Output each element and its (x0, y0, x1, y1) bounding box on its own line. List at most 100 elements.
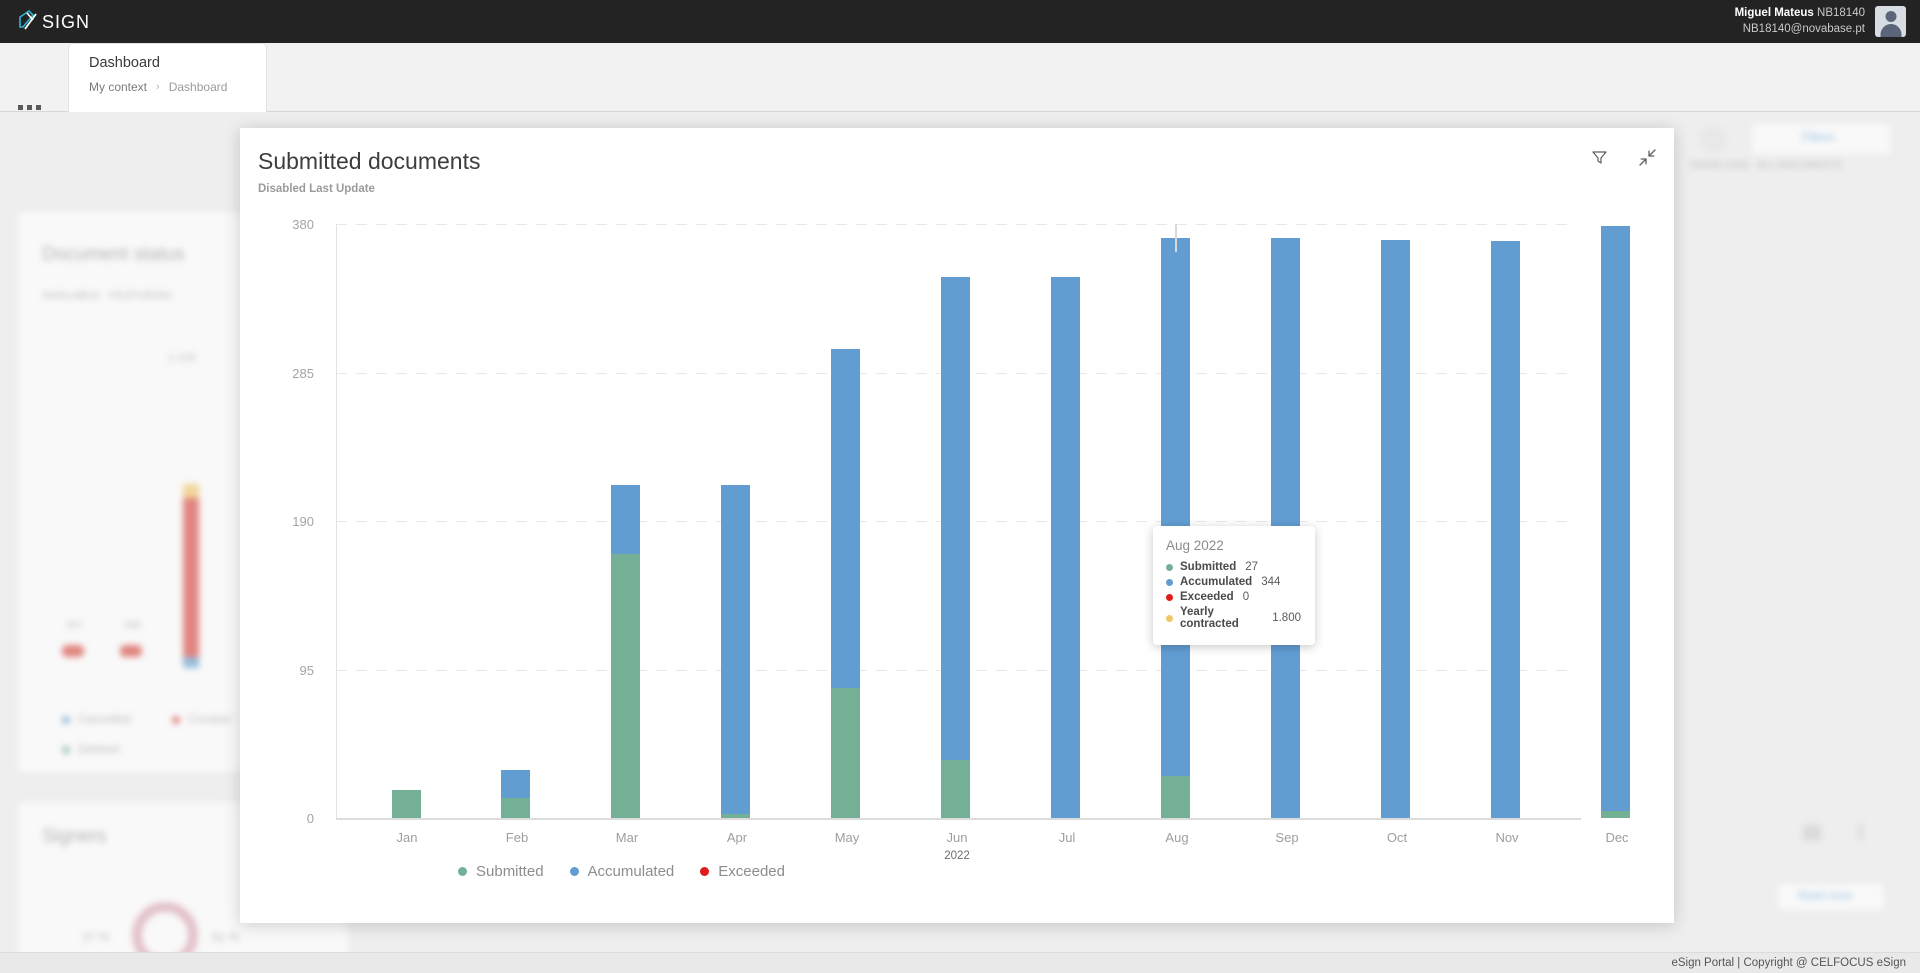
bar-mar[interactable] (611, 485, 640, 818)
x-tick-jun: Jun (946, 830, 968, 845)
legend-dot-exceeded (700, 867, 710, 876)
bar-jan[interactable] (392, 790, 421, 818)
legend-item-exceeded[interactable]: Exceeded (700, 863, 785, 880)
y-tick-190: 190 (292, 514, 314, 529)
bg-bar-large (183, 484, 199, 666)
bar-feb[interactable] (501, 770, 530, 818)
tooltip-title: Aug 2022 (1166, 538, 1224, 553)
bar-may[interactable] (831, 349, 860, 818)
bg-toolbar-refresh (1700, 126, 1726, 152)
bg-signers-pct-left: 37 % (82, 930, 110, 944)
bg-legend-dot-cancelled (62, 716, 70, 724)
chevron-right-icon: › (156, 81, 160, 93)
bg-signers-title: Signers (42, 826, 107, 847)
y-tick-380: 380 (292, 217, 314, 232)
bar-jun-accumulated (941, 277, 970, 760)
bar-nov-accumulated (1491, 241, 1520, 818)
bar-mar-submitted (611, 554, 640, 818)
breadcrumb-root[interactable]: My context (89, 80, 147, 94)
x-tick-oct: Oct (1386, 830, 1408, 845)
bar-apr-submitted (721, 814, 750, 818)
user-email: NB18140@novabase.pt (1742, 22, 1865, 35)
bg-signers-pct-right: 61 % (212, 930, 240, 944)
bar-may-submitted (831, 688, 860, 818)
x-tick-jul: Jul (1058, 830, 1076, 845)
legend-item-submitted[interactable]: Submitted (458, 863, 544, 880)
bar-mar-accumulated (611, 485, 640, 554)
bar-dec-accumulated (1601, 226, 1630, 811)
user-employee-id: NB18140 (1817, 6, 1865, 19)
legend-label-accumulated: Accumulated (587, 863, 675, 880)
y-axis-line (336, 224, 337, 818)
bg-legend-dot-created (172, 716, 180, 724)
bar-oct[interactable] (1381, 240, 1410, 818)
bar-oct-accumulated (1381, 240, 1410, 818)
bg-bar-small-1-value: 447 (66, 620, 83, 631)
bg-bar-small-2-value: 338 (124, 620, 141, 631)
tooltip-row-exceeded: Exceeded 0 (1166, 591, 1301, 603)
bg-document-status-value: 1.129 (168, 352, 196, 364)
user-avatar-icon[interactable] (1875, 6, 1906, 37)
tooltip-dot-yearly-contracted (1166, 614, 1173, 622)
pen-signature-icon: SIGN (19, 9, 89, 32)
bar-apr-accumulated (721, 485, 750, 814)
bar-feb-submitted (501, 798, 530, 818)
tab-dashboard-label: Dashboard (89, 55, 160, 71)
x-tick-jan: Jan (396, 830, 418, 845)
bg-legend-dot-deleted (62, 746, 70, 754)
legend-dot-accumulated (569, 867, 579, 876)
x-tick-mar: Mar (615, 830, 639, 845)
bg-bar-small-1 (62, 645, 84, 657)
bar-apr[interactable] (721, 485, 750, 818)
bar-jun-submitted (941, 760, 970, 818)
tab-dashboard[interactable]: Dashboard My context › Dashboard (68, 43, 267, 112)
hover-indicator-line (1175, 224, 1177, 252)
tab-strip: Dashboard My context › Dashboard (0, 43, 1920, 128)
x-tick-nov: Nov (1495, 830, 1519, 845)
user-name: Miguel Mateus (1734, 6, 1814, 19)
bar-jul[interactable] (1051, 277, 1080, 818)
x-tick-may: May (834, 830, 860, 845)
tooltip-dot-submitted (1166, 563, 1173, 571)
footer-copyright: eSign Portal | Copyright @ CELFOCUS eSig… (1671, 957, 1906, 969)
tooltip-dot-accumulated (1166, 578, 1173, 586)
x-tick-apr: Apr (726, 830, 748, 845)
chart-tooltip: Aug 2022 Submitted 27 Accumulated 344 Ex… (1153, 526, 1315, 645)
bg-toolbar-subnav: SHOW LESS ALL DOCUMENTS (1690, 160, 1842, 171)
y-tick-0: 0 (306, 811, 314, 826)
tooltip-value-submitted: 27 (1245, 561, 1259, 573)
x-axis-group-label: 2022 (944, 850, 970, 862)
legend-dot-submitted (458, 867, 467, 876)
legend-label-exceeded: Exceeded (718, 863, 785, 880)
y-tick-95: 95 (299, 663, 314, 678)
bg-toolbar-more (1860, 124, 1890, 154)
tooltip-dot-exceeded (1166, 593, 1173, 601)
user-menu[interactable]: Miguel Mateus NB18140 NB18140@novabase.p… (1735, 6, 1920, 37)
bg-legend-deleted: Deleted (78, 742, 120, 756)
bar-dec[interactable] (1601, 226, 1630, 818)
bg-right-readmore-label: Read more (1798, 890, 1853, 902)
bar-may-accumulated (831, 349, 860, 688)
bar-nov[interactable] (1491, 241, 1520, 818)
bar-jul-accumulated (1051, 277, 1080, 818)
bg-document-status-title: Document status (42, 244, 185, 265)
tooltip-value-yearly-contracted: 1.800 (1272, 612, 1301, 624)
y-tick-285: 285 (292, 366, 314, 381)
legend-label-submitted: Submitted (476, 863, 544, 880)
breadcrumb-current: Dashboard (168, 80, 228, 94)
bg-bar-small-2 (120, 645, 142, 657)
chart-legend: Submitted Accumulated Exceeded (458, 863, 785, 880)
bar-jan-submitted (392, 790, 421, 818)
bar-jun[interactable] (941, 277, 970, 818)
bg-legend-cancelled: Cancelled (78, 712, 132, 726)
bg-toolbar-filter-label: Filters (1802, 130, 1835, 144)
bg-bar-large-cap (183, 484, 199, 498)
x-tick-sep: Sep (1275, 830, 1299, 845)
x-tick-dec: Dec (1605, 830, 1629, 845)
top-bar: SIGN Miguel Mateus NB18140 NB18140@novab… (0, 0, 1920, 43)
tooltip-label-yearly-contracted: Yearly contracted (1180, 606, 1239, 630)
bar-dec-submitted (1601, 811, 1630, 818)
gridline-380 (336, 224, 1576, 225)
brand-logo[interactable]: SIGN (0, 0, 112, 43)
legend-item-accumulated[interactable]: Accumulated (569, 863, 675, 880)
